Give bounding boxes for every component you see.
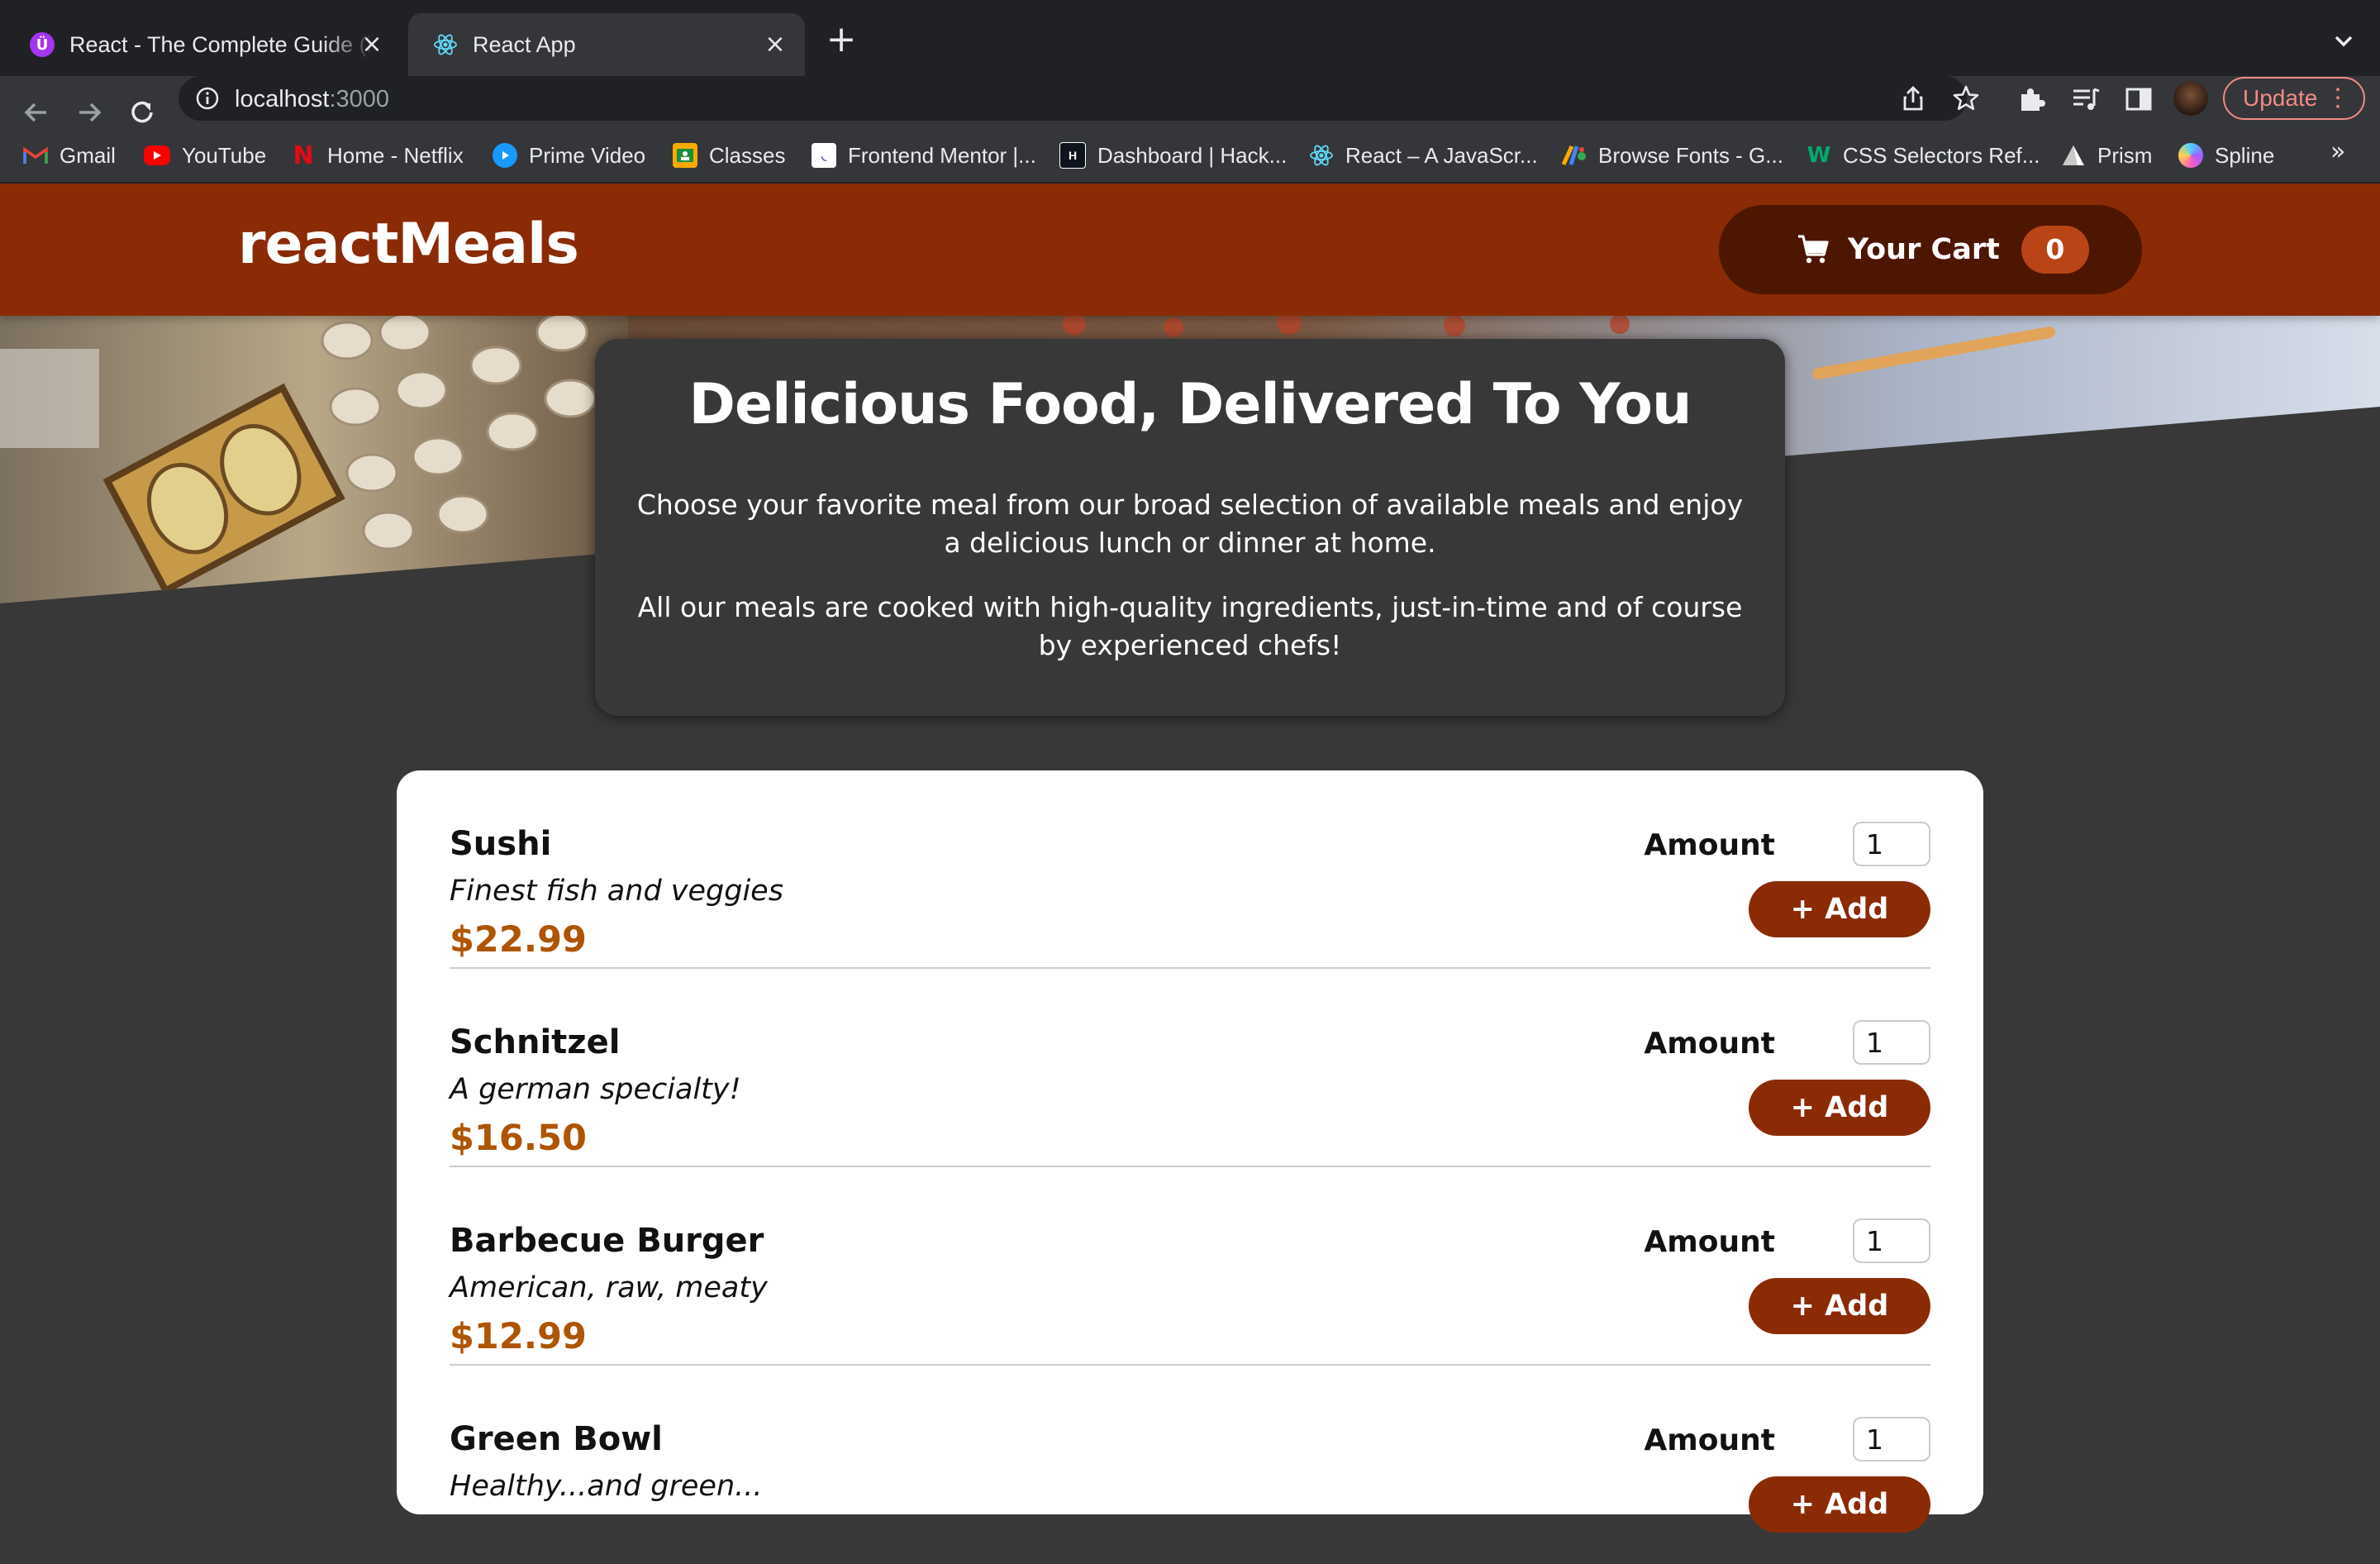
side-panel-icon[interactable] <box>2122 83 2155 116</box>
extensions-puzzle-icon[interactable] <box>2015 83 2048 116</box>
amount-input[interactable] <box>1853 1417 1930 1461</box>
cart-icon <box>1797 233 1830 266</box>
url-port: :3000 <box>329 86 390 112</box>
amount-label: Amount <box>1644 1423 1775 1457</box>
bookmark-frontend-mentor[interactable]: ◟ Frontend Mentor |... <box>812 139 1036 172</box>
meal-item: Barbecue Burger American, raw, meaty $12… <box>450 1167 1930 1366</box>
youtube-icon <box>144 145 170 165</box>
bookmark-label: React – A JavaScr... <box>1345 142 1538 168</box>
cart-label: Your Cart <box>1848 233 2000 266</box>
meal-name: Sushi <box>450 825 552 863</box>
summary-title: Delicious Food, Delivered To You <box>688 372 1692 437</box>
profile-avatar[interactable] <box>2173 81 2208 116</box>
browser-tab-react-app[interactable]: React App × <box>408 13 805 76</box>
meal-price: $22.99 <box>450 919 587 961</box>
gmail-icon <box>23 143 48 168</box>
close-tab-icon[interactable]: × <box>357 30 387 60</box>
amount-input[interactable] <box>1853 822 1930 866</box>
w3schools-icon: W <box>1806 143 1831 168</box>
url-host: localhost <box>235 86 330 112</box>
update-label: Update <box>2243 85 2318 111</box>
meal-item: Sushi Finest fish and veggies $22.99 Amo… <box>450 770 1930 969</box>
add-to-cart-button[interactable]: + Add <box>1749 881 1930 937</box>
bookmark-spline[interactable]: Spline <box>2178 139 2274 172</box>
bookmark-label: Dashboard | Hack... <box>1097 142 1288 168</box>
meal-name: Green Bowl <box>450 1420 663 1458</box>
bookmark-star-icon[interactable] <box>1950 83 1982 114</box>
meal-description: Finest fish and veggies <box>450 875 783 908</box>
bookmark-label: CSS Selectors Ref... <box>1843 142 2040 168</box>
browser-tab-course[interactable]: Ü React - The Complete Guide (i × <box>5 13 402 76</box>
site-info-icon[interactable] <box>195 86 220 111</box>
browser-tab-strip: Ü React - The Complete Guide (i × React … <box>0 0 2380 76</box>
prism-icon <box>2061 143 2086 168</box>
bookmark-react-docs[interactable]: React – A JavaScr... <box>1309 139 1538 172</box>
netflix-icon: N <box>293 141 314 170</box>
amount-label: Amount <box>1644 1225 1775 1259</box>
prime-video-icon <box>493 143 517 168</box>
update-button[interactable]: Update ⋮ <box>2223 77 2365 120</box>
share-icon[interactable] <box>1897 83 1929 114</box>
bookmark-gmail[interactable]: Gmail <box>23 139 116 172</box>
react-icon <box>433 32 458 57</box>
tab-title: React - The Complete Guide (i <box>69 31 372 57</box>
meal-price: $12.99 <box>450 1316 587 1357</box>
meal-item: Schnitzel A german specialty! $16.50 Amo… <box>450 969 1930 1167</box>
cart-button[interactable]: Your Cart 0 <box>1719 205 2142 294</box>
close-tab-icon[interactable]: × <box>760 30 790 60</box>
summary-paragraph: Choose your favorite meal from our broad… <box>636 489 1744 559</box>
bookmark-hackerrank[interactable]: H Dashboard | Hack... <box>1059 139 1287 172</box>
app-title: reactMeals <box>238 212 579 277</box>
new-tab-icon[interactable]: + <box>823 21 859 58</box>
media-queue-icon[interactable] <box>2069 83 2102 116</box>
bookmark-label: Classes <box>709 142 786 168</box>
bookmark-label: Prime Video <box>529 142 646 168</box>
meal-item: Green Bowl Healthy...and green... Amount… <box>450 1366 1930 1564</box>
add-to-cart-button[interactable]: + Add <box>1749 1080 1930 1136</box>
hackerrank-icon: H <box>1059 142 1086 169</box>
meal-description: A german specialty! <box>450 1073 741 1106</box>
udemy-icon: Ü <box>30 32 55 57</box>
meal-name: Barbecue Burger <box>450 1222 764 1260</box>
bookmark-label: YouTube <box>182 142 267 168</box>
bookmark-label: Home - Netflix <box>327 142 464 168</box>
spline-icon <box>2178 143 2203 168</box>
bookmark-classes[interactable]: Classes <box>673 139 785 172</box>
bookmark-label: Frontend Mentor |... <box>848 142 1036 168</box>
bookmarks-overflow-icon[interactable]: » <box>2330 137 2345 166</box>
meals-summary-card: Delicious Food, Delivered To You Choose … <box>595 339 1785 716</box>
frontend-mentor-icon: ◟ <box>812 143 836 168</box>
amount-input[interactable] <box>1853 1020 1930 1065</box>
bookmark-label: Spline <box>2215 142 2275 168</box>
cart-count-badge: 0 <box>2021 226 2089 274</box>
summary-paragraph: All our meals are cooked with high-quali… <box>637 591 1743 661</box>
meal-name: Schnitzel <box>450 1023 621 1061</box>
meal-description: American, raw, meaty <box>450 1271 768 1304</box>
more-vert-icon[interactable]: ⋮ <box>2325 79 2350 118</box>
bookmark-w3schools[interactable]: W CSS Selectors Ref... <box>1806 139 2040 172</box>
address-bar[interactable] <box>178 76 1967 121</box>
bookmark-label: Gmail <box>60 142 116 168</box>
react-icon <box>1309 143 1334 168</box>
bookmark-label: Prism <box>2097 142 2153 168</box>
bookmark-prism[interactable]: Prism <box>2061 139 2152 172</box>
add-to-cart-button[interactable]: + Add <box>1749 1476 1930 1533</box>
google-fonts-icon <box>1562 143 1587 168</box>
bookmark-google-fonts[interactable]: Browse Fonts - G... <box>1562 139 1783 172</box>
bookmark-netflix[interactable]: N Home - Netflix <box>291 139 464 172</box>
amount-label: Amount <box>1644 1027 1775 1061</box>
url-text[interactable]: localhost:3000 <box>235 81 389 117</box>
bookmark-prime-video[interactable]: Prime Video <box>493 139 645 172</box>
meal-description: Healthy...and green... <box>450 1470 763 1503</box>
tab-title: React App <box>473 31 576 57</box>
classes-icon <box>673 143 697 168</box>
meal-price: $16.50 <box>450 1118 587 1159</box>
available-meals-card: Sushi Finest fish and veggies $22.99 Amo… <box>397 770 1983 1533</box>
add-to-cart-button[interactable]: + Add <box>1749 1278 1930 1334</box>
amount-label: Amount <box>1644 828 1775 862</box>
amount-input[interactable] <box>1853 1218 1930 1263</box>
bookmark-label: Browse Fonts - G... <box>1598 142 1783 168</box>
tab-search-chevron-icon[interactable] <box>2325 23 2362 60</box>
bookmark-youtube[interactable]: YouTube <box>144 139 266 172</box>
